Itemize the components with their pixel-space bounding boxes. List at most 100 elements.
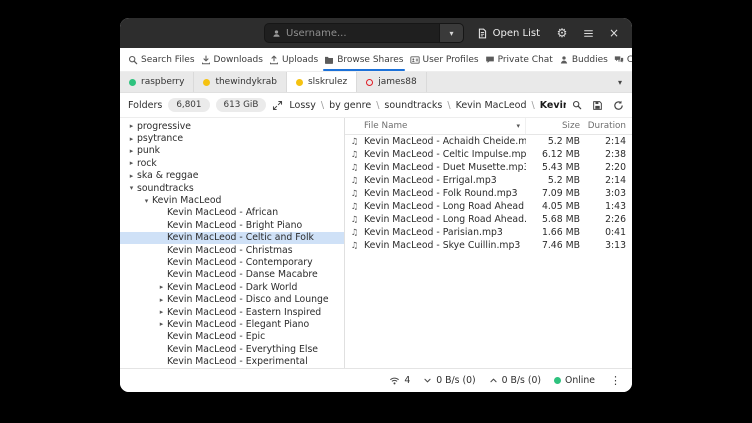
music-note-icon: ♫ <box>345 241 364 251</box>
expand-arrow-icon[interactable]: ▸ <box>126 135 137 143</box>
file-row[interactable]: ♫Kevin MacLeod - Folk Round.mp37.09 MB3:… <box>345 187 632 200</box>
breadcrumb-current-folder[interactable]: Kevin MacLeod - Celtic and Folk▾ <box>540 100 566 111</box>
tree-item[interactable]: ▾soundtracks <box>120 182 344 194</box>
tab-browse-shares[interactable]: Browse Shares <box>321 48 406 71</box>
status-away-icon <box>203 79 210 86</box>
tree-item[interactable]: Kevin MacLeod - Contemporary <box>120 256 344 268</box>
file-name: Kevin MacLeod - Achaidh Cheide.mp3 <box>364 136 526 147</box>
user-tab-james88[interactable]: james88 <box>357 72 426 92</box>
tree-item-label: Kevin MacLeod - Christmas <box>167 245 293 256</box>
tree-item[interactable]: Kevin MacLeod - Christmas <box>120 244 344 256</box>
file-duration: 3:13 <box>584 240 632 251</box>
tree-item-label: Kevin MacLeod - Everything Else <box>167 344 318 355</box>
tab-downloads[interactable]: Downloads <box>198 48 266 71</box>
tab-user-profiles[interactable]: User Profiles <box>407 48 482 71</box>
collapse-arrow-icon[interactable]: ▾ <box>126 184 137 192</box>
tree-item[interactable]: ▸Kevin MacLeod - Elegant Piano <box>120 318 344 330</box>
file-size: 5.2 MB <box>526 136 584 147</box>
tree-item-label: punk <box>137 145 160 156</box>
main-tab-bar: Search FilesDownloadsUploads Browse Share… <box>120 48 632 72</box>
file-duration: 2:26 <box>584 214 632 225</box>
expand-arrow-icon[interactable]: ▸ <box>126 122 137 130</box>
close-button[interactable]: × <box>604 23 624 43</box>
save-shares-button[interactable] <box>592 100 603 111</box>
expand-button[interactable] <box>272 100 283 111</box>
expand-arrow-icon[interactable]: ▸ <box>156 283 167 291</box>
tree-item[interactable]: ▸punk <box>120 145 344 157</box>
file-size: 7.46 MB <box>526 240 584 251</box>
tree-item[interactable]: Kevin MacLeod - Experimental <box>120 355 344 367</box>
tree-item[interactable]: ▸ska & reggae <box>120 170 344 182</box>
expand-arrow-icon[interactable]: ▸ <box>156 296 167 304</box>
desktop-background: ▾ Open List ⚙ × Search FilesDow <box>0 0 752 423</box>
file-row[interactable]: ♫Kevin MacLeod - Achaidh Cheide.mp35.2 M… <box>345 135 632 148</box>
username-entry[interactable] <box>264 23 440 43</box>
file-row[interactable]: ♫Kevin MacLeod - Long Road Ahead B.mp34.… <box>345 200 632 213</box>
refresh-button[interactable] <box>613 100 624 111</box>
username-dropdown-button[interactable]: ▾ <box>440 23 464 43</box>
statusbar-menu-button[interactable]: ⋮ <box>608 374 623 387</box>
music-note-icon: ♫ <box>345 150 364 160</box>
tree-item[interactable]: ▸rock <box>120 157 344 169</box>
tree-item[interactable]: ▸Kevin MacLeod - Eastern Inspired <box>120 306 344 318</box>
chevron-down-icon: ▾ <box>449 29 453 38</box>
file-row[interactable]: ♫Kevin MacLeod - Errigal.mp35.2 MB2:14 <box>345 174 632 187</box>
music-note-icon: ♫ <box>345 176 364 186</box>
tree-item[interactable]: Kevin MacLeod - Everything Else <box>120 343 344 355</box>
user-tabs-overflow-button[interactable]: ▾ <box>608 72 632 92</box>
file-row[interactable]: ♫Kevin MacLeod - Skye Cuillin.mp37.46 MB… <box>345 239 632 252</box>
expand-arrow-icon[interactable]: ▸ <box>126 159 137 167</box>
search-icon <box>572 100 582 110</box>
tree-item[interactable]: Kevin MacLeod - Danse Macabre <box>120 269 344 281</box>
tree-item[interactable]: ▸Kevin MacLeod - Dark World <box>120 281 344 293</box>
tree-item-label: Kevin MacLeod - Dark World <box>167 282 297 293</box>
collapse-arrow-icon[interactable]: ▾ <box>141 197 152 205</box>
app-window: ▾ Open List ⚙ × Search FilesDow <box>120 18 632 392</box>
tree-item[interactable]: Kevin MacLeod - African <box>120 207 344 219</box>
search-shares-button[interactable] <box>572 100 582 110</box>
preferences-button[interactable]: ⚙ <box>552 23 572 43</box>
tree-item-label: Kevin MacLeod <box>152 195 221 206</box>
download-rate: 0 B/s (0) <box>423 375 475 386</box>
tab-label: Chat Rooms <box>627 55 632 65</box>
username-input[interactable] <box>286 28 432 39</box>
user-tab-slskrulez[interactable]: slskrulez <box>287 72 357 92</box>
expand-arrow-icon[interactable]: ▸ <box>126 147 137 155</box>
open-list-button[interactable]: Open List <box>471 25 546 42</box>
tab-private-chat[interactable]: Private Chat <box>482 48 556 71</box>
username-combo: ▾ <box>264 23 464 43</box>
tab-uploads[interactable]: Uploads <box>266 48 321 71</box>
hamburger-icon <box>583 28 594 39</box>
tree-item[interactable]: Kevin MacLeod - Celtic and Folk <box>120 232 344 244</box>
tab-label: Buddies <box>572 55 608 65</box>
file-duration: 0:41 <box>584 227 632 238</box>
expand-arrow-icon[interactable]: ▸ <box>156 308 167 316</box>
column-filter-button[interactable]: ▾ <box>516 122 525 130</box>
file-row[interactable]: ♫Kevin MacLeod - Celtic Impulse.mp36.12 … <box>345 148 632 161</box>
tree-item[interactable]: Kevin MacLeod - Epic <box>120 331 344 343</box>
tab-search-files[interactable]: Search Files <box>125 48 198 71</box>
tree-item[interactable]: ▸psytrance <box>120 132 344 144</box>
statusbar: 4 0 B/s (0) 0 B/s (0) Online ⋮ <box>120 368 632 392</box>
tree-item[interactable]: ▾Kevin MacLeod <box>120 194 344 206</box>
user-tab-raspberry[interactable]: raspberry <box>120 72 194 92</box>
expand-arrow-icon[interactable]: ▸ <box>126 172 137 180</box>
file-row[interactable]: ♫Kevin MacLeod - Long Road Ahead.mp35.68… <box>345 213 632 226</box>
column-header-size[interactable]: Size <box>526 121 584 131</box>
tab-chat-rooms[interactable]: Chat Rooms <box>611 48 632 71</box>
file-row[interactable]: ♫Kevin MacLeod - Parisian.mp31.66 MB0:41 <box>345 226 632 239</box>
folders-count-badge: 6,801 <box>168 98 209 112</box>
tab-buddies[interactable]: Buddies <box>556 48 611 71</box>
tree-item[interactable]: Kevin MacLeod - Bright Piano <box>120 219 344 231</box>
tree-item[interactable]: ▸Kevin MacLeod - Disco and Lounge <box>120 293 344 305</box>
menu-button[interactable] <box>578 23 598 43</box>
column-header-file-name[interactable]: File Name ▾ <box>345 118 526 134</box>
tree-item[interactable]: ▸progressive <box>120 120 344 132</box>
column-header-duration[interactable]: Duration <box>584 121 632 131</box>
share-size-badge: 613 GiB <box>216 98 267 112</box>
tab-label: Browse Shares <box>337 55 403 65</box>
expand-arrow-icon[interactable]: ▸ <box>156 320 167 328</box>
file-row[interactable]: ♫Kevin MacLeod - Duet Musette.mp35.43 MB… <box>345 161 632 174</box>
tab-label: Private Chat <box>498 55 553 65</box>
user-tab-thewindykrab[interactable]: thewindykrab <box>194 72 287 92</box>
